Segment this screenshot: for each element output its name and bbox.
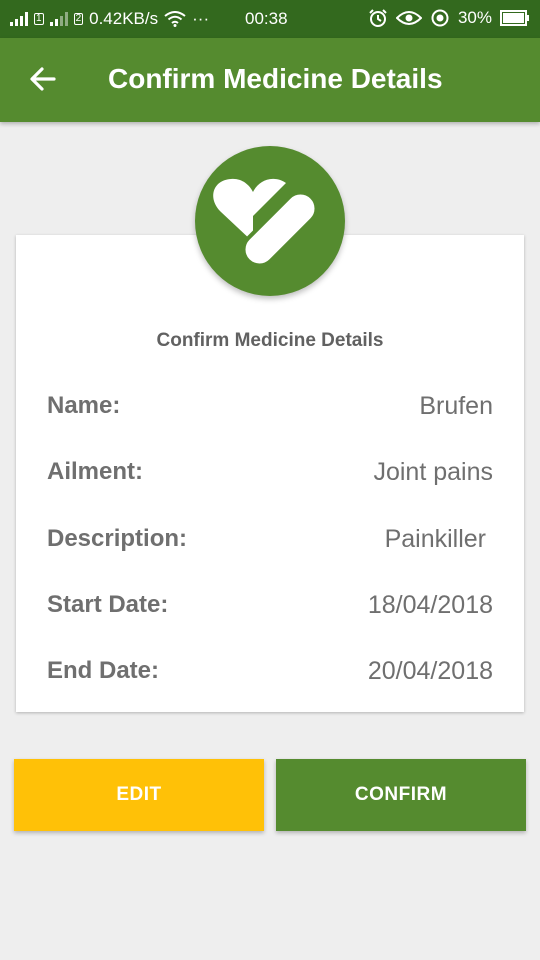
status-left: 1 2 0.42KB/s ··· [10,9,209,29]
more-indicator: ··· [192,9,210,28]
alarm-icon [369,9,387,27]
signal-2-icon [49,12,68,26]
sim-2-label: 2 [73,13,84,25]
medicine-details-card: Confirm Medicine Details Name: Brufen Ai… [16,235,524,712]
detail-row-end-date: End Date: 20/04/2018 [47,657,493,693]
end-date-label: End Date: [47,657,160,684]
detail-row-name: Name: Brufen [47,392,493,428]
name-label: Name: [47,392,121,419]
network-speed: 0.42KB/s [89,9,159,28]
status-right: 30% [368,8,530,28]
status-bar: 1 2 0.42KB/s ··· 00:38 30% [0,0,540,38]
detail-row-start-date: Start Date: 18/04/2018 [47,591,493,627]
signal-icon [10,12,28,26]
detail-row-description: Description: Painkiller [47,525,493,561]
start-date-label: Start Date: [47,591,169,618]
sim-icon: 1 [34,13,44,25]
description-value: Painkiller [384,525,486,553]
status-time: 00:38 [245,9,288,28]
name-value: Brufen [419,392,493,420]
edit-button[interactable]: EDIT [14,759,264,831]
wifi-icon [164,11,186,27]
eye-icon [395,11,422,25]
confirm-button[interactable]: CONFIRM [276,759,526,831]
detail-row-ailment: Ailment: Joint pains [47,458,493,494]
heart-pill-icon [213,178,319,268]
end-date-value: 20/04/2018 [367,657,493,685]
ailment-label: Ailment: [47,458,143,485]
start-date-value: 18/04/2018 [367,591,493,619]
ailment-value: Joint pains [373,458,493,486]
battery-icon [500,10,529,26]
location-icon [431,9,449,27]
app-logo [195,146,345,296]
battery-percent: 30% [457,8,492,27]
page-title: Confirm Medicine Details [108,63,443,94]
card-title: Confirm Medicine Details [156,330,384,351]
arrow-back-icon[interactable] [26,62,60,96]
app-bar: Confirm Medicine Details [0,38,540,122]
description-label: Description: [47,525,188,552]
